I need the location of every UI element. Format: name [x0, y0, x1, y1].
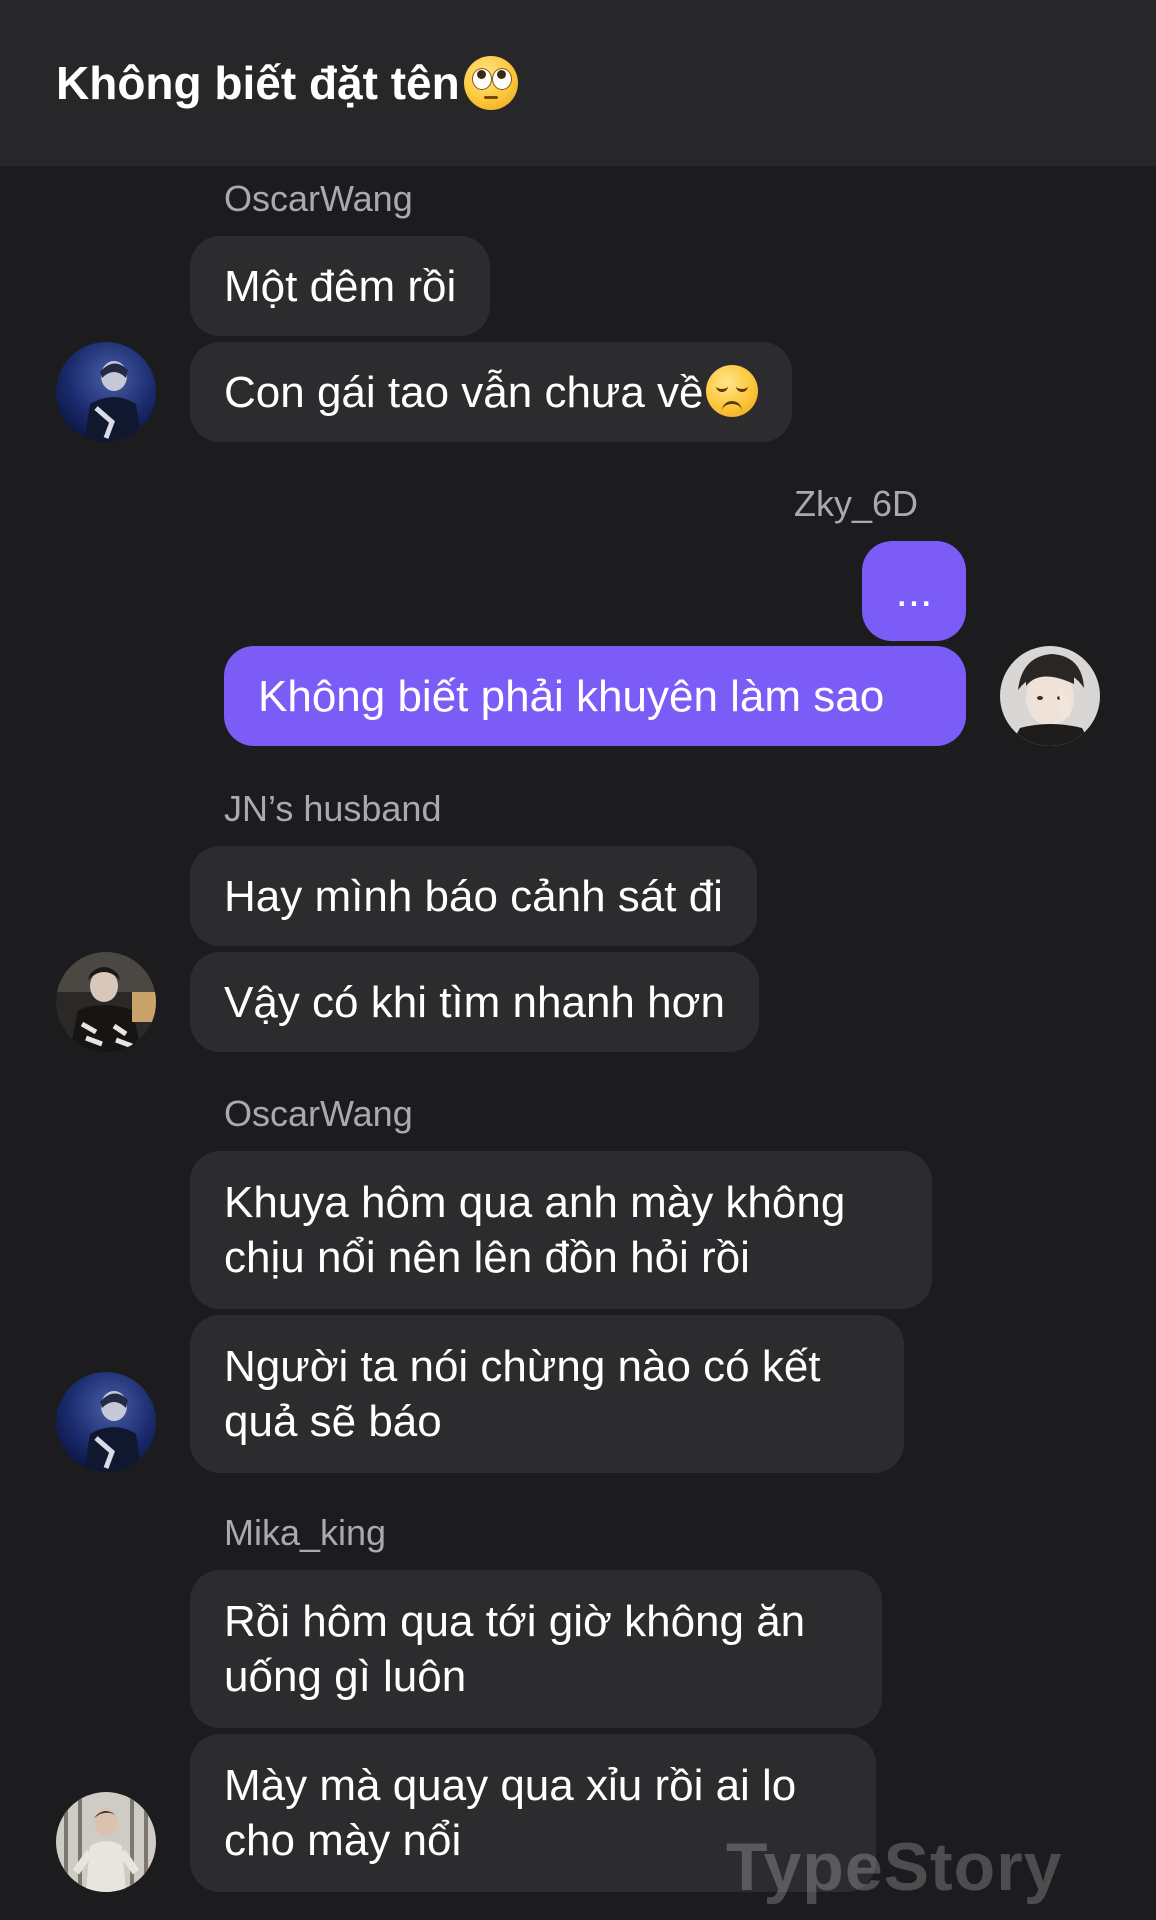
chat-header: Không biết đặt tên	[0, 0, 1156, 166]
message-text: Một đêm rồi	[224, 262, 457, 311]
sender-name: OscarWang	[224, 1093, 413, 1134]
sender-name: Mika_king	[224, 1512, 387, 1553]
disappointed-face-emoji-icon	[705, 365, 758, 417]
message-text: ...	[895, 567, 933, 616]
zky-avatar[interactable]	[1000, 646, 1100, 746]
message-bubble[interactable]: Rồi hôm qua tới giờ không ăn uống gì luô…	[190, 1570, 882, 1728]
eye-roll-emoji-icon	[463, 56, 518, 110]
message-text: Rồi hôm qua tới giờ không ăn uống gì luô…	[224, 1597, 806, 1701]
message-text: Không biết phải khuyên làm sao	[258, 672, 885, 721]
message-bubble[interactable]: Khuya hôm qua anh mày không chịu nổi nên…	[190, 1151, 932, 1309]
jn-husband-avatar[interactable]	[56, 952, 156, 1052]
message-text: Hay mình báo cảnh sát đi	[224, 872, 723, 921]
sender-name: JN’s husband	[224, 788, 442, 829]
message-bubble[interactable]: Hay mình báo cảnh sát đi	[190, 846, 757, 946]
message-text: Vậy có khi tìm nhanh hơn	[224, 978, 725, 1027]
message-text: Mày mà quay qua xỉu rồi ai lo cho mày nổ…	[224, 1761, 797, 1865]
mika-king-avatar[interactable]	[56, 1792, 156, 1892]
message-bubble[interactable]: Người ta nói chừng nào có kết quả sẽ báo	[190, 1315, 904, 1473]
message-bubble[interactable]: Vậy có khi tìm nhanh hơn	[190, 952, 759, 1052]
message-text: Con gái tao vẫn chưa về	[224, 368, 704, 417]
message-bubble[interactable]: Một đêm rồi	[190, 236, 491, 336]
sender-name: Zky_6D	[794, 483, 919, 524]
message-bubble-mine[interactable]: Không biết phải khuyên làm sao	[224, 646, 966, 746]
chat-title[interactable]: Không biết đặt tên	[56, 56, 518, 110]
sender-name: OscarWang	[224, 178, 413, 219]
chat-title-text: Không biết đặt tên	[56, 57, 460, 109]
message-text: Người ta nói chừng nào có kết quả sẽ báo	[224, 1342, 821, 1446]
typestory-watermark: TypeStory	[726, 1829, 1063, 1905]
oscarwang-avatar[interactable]	[56, 342, 156, 442]
message-text: Khuya hôm qua anh mày không chịu nổi nên…	[224, 1178, 846, 1282]
oscarwang-avatar[interactable]	[56, 1372, 156, 1472]
message-bubble-mine[interactable]: ...	[862, 541, 966, 641]
message-bubble[interactable]: Con gái tao vẫn chưa về	[190, 342, 792, 442]
